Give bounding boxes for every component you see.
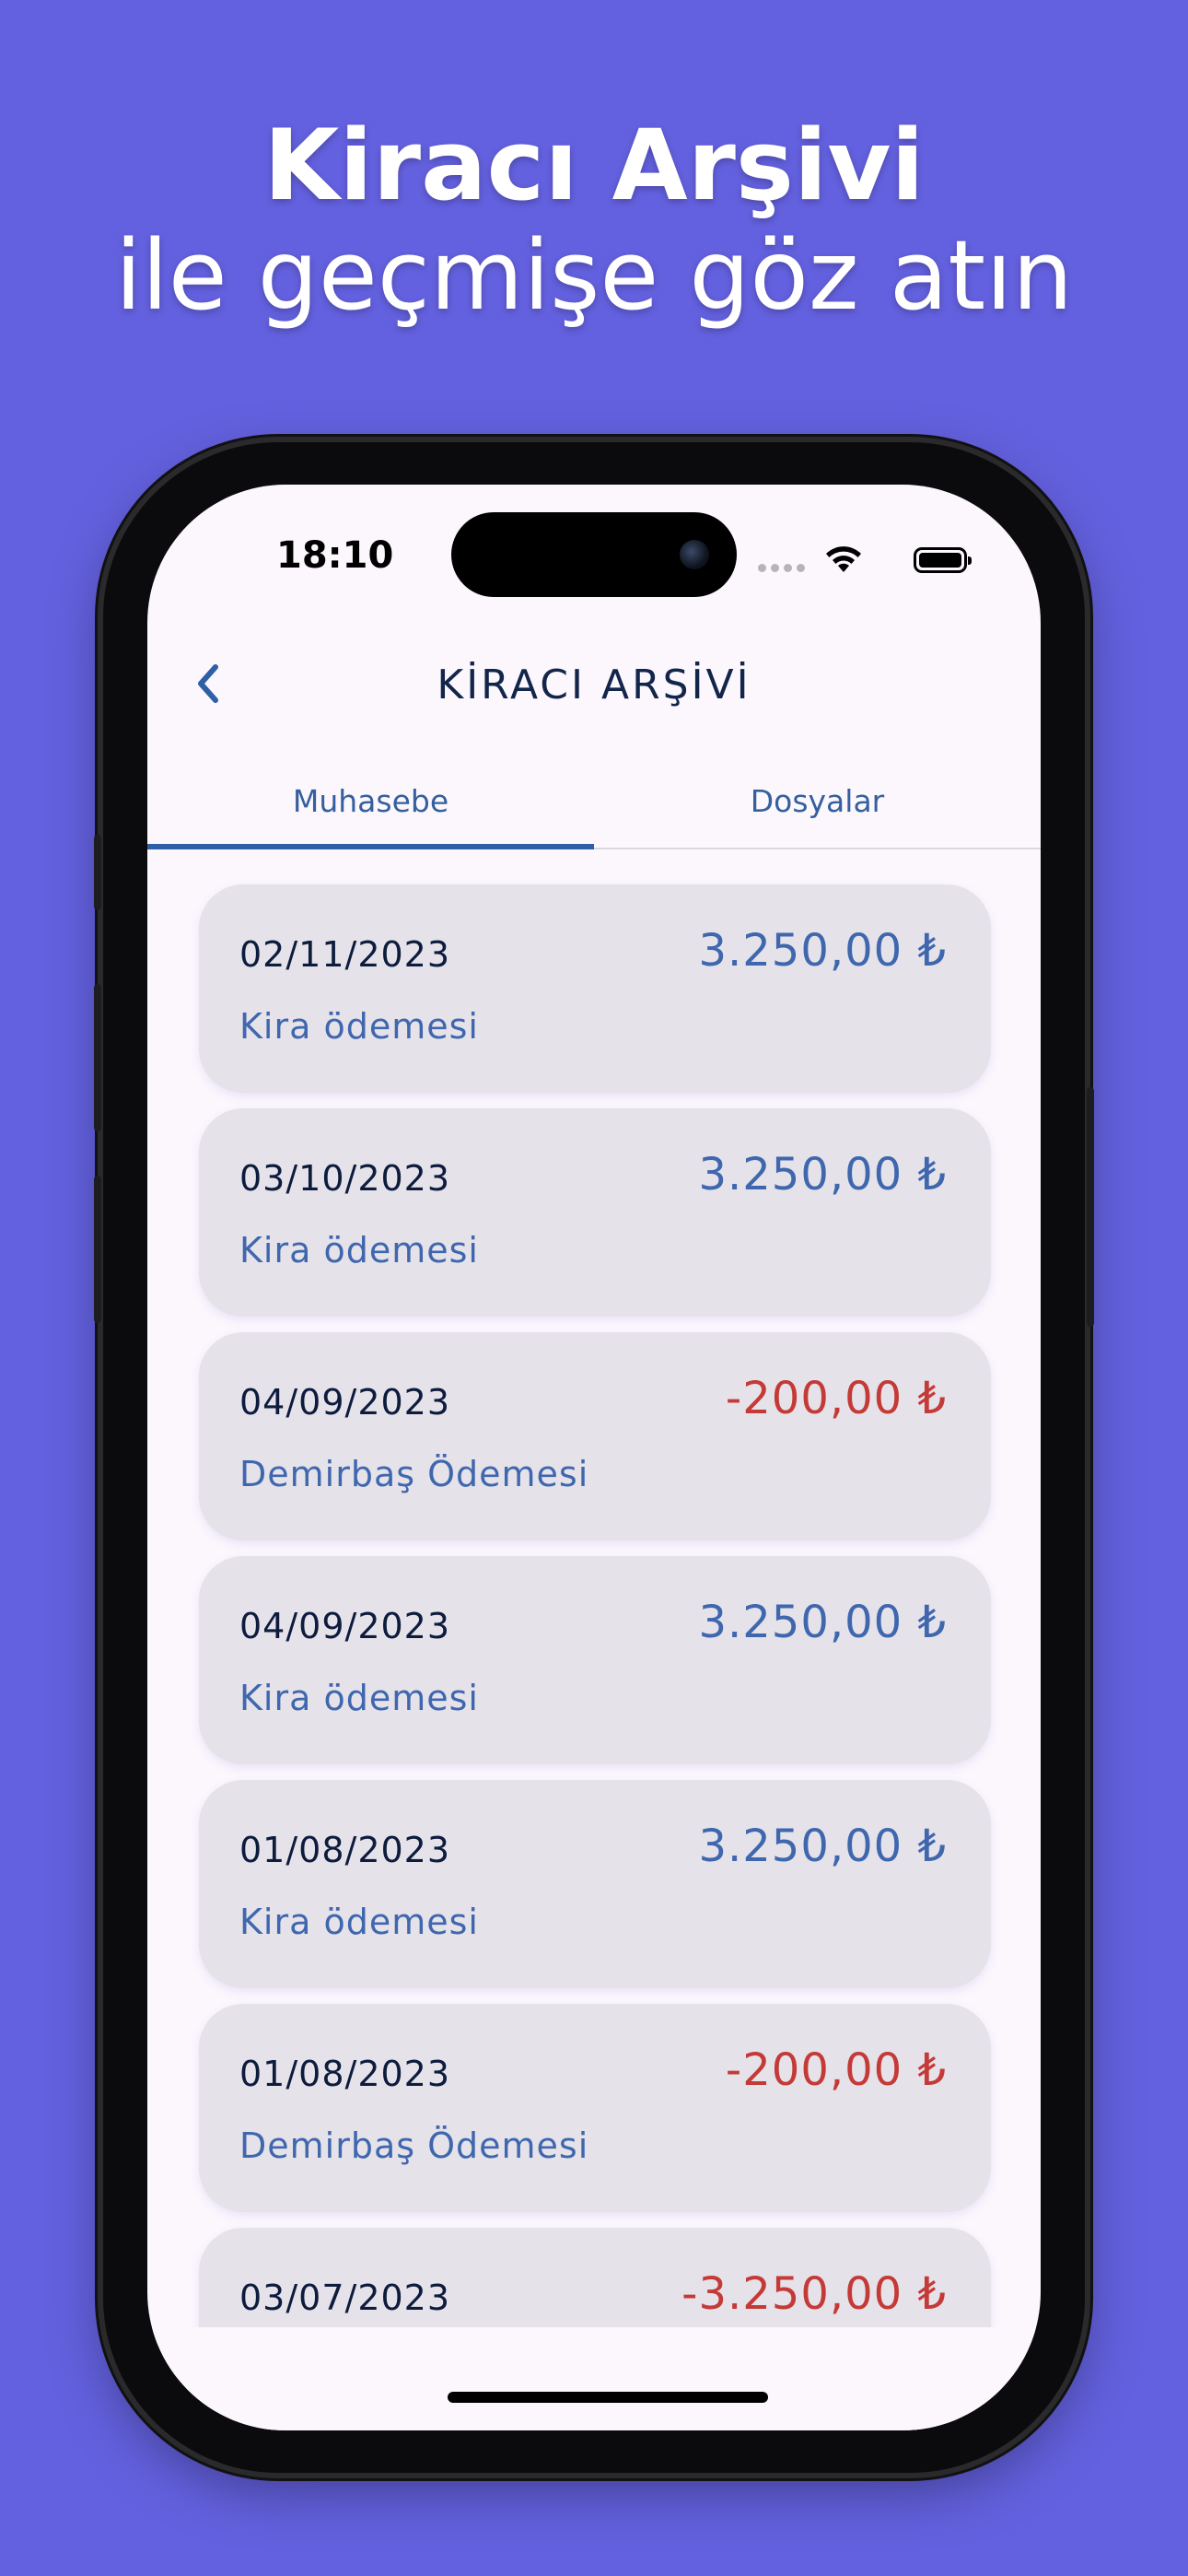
transaction-amount: 3.250,00 ₺ [698,1149,947,1200]
transaction-card[interactable]: 04/09/2023 Demirbaş Ödemesi -200,00 ₺ [199,1332,991,1540]
transaction-date: 01/08/2023 [239,2054,451,2094]
transaction-card[interactable]: 02/11/2023 Kira ödemesi 3.250,00 ₺ [199,884,991,1093]
wifi-icon [826,546,861,572]
status-time: 18:10 [276,534,394,577]
volume-up-button [94,984,101,1131]
headline-subtitle: ile geçmişe göz atın [114,219,1074,332]
home-indicator[interactable] [448,2392,768,2403]
tab-bar: Muhasebe Dosyalar [147,778,1041,849]
transaction-amount: 3.250,00 ₺ [698,1597,947,1648]
active-tab-indicator [147,844,594,849]
page-title: KİRACI ARŞİVİ [437,662,751,708]
transaction-description: Kira ödemesi [239,1902,479,1942]
app-screen: 18:10 KİRACI ARŞİVİ Muhasebe Dosyalar 02… [147,485,1041,2430]
transaction-date: 02/11/2023 [239,934,451,975]
action-button [94,835,101,910]
power-button [1087,1087,1094,1327]
bottom-safe-area [147,2327,1041,2430]
tab-dosyalar[interactable]: Dosyalar [594,778,1041,848]
transaction-card[interactable]: 04/09/2023 Kira ödemesi 3.250,00 ₺ [199,1556,991,1764]
transaction-date: 03/07/2023 [239,2277,451,2318]
cellular-signal-icon [758,564,806,573]
transaction-description: Kira ödemesi [239,1678,479,1718]
phone-frame: 18:10 KİRACI ARŞİVİ Muhasebe Dosyalar 02… [94,442,1094,2473]
transaction-amount: 3.250,00 ₺ [698,925,947,977]
transaction-date: 01/08/2023 [239,1830,451,1870]
transaction-amount: -200,00 ₺ [725,1373,947,1424]
transaction-description: Kira ödemesi [239,1006,479,1047]
transaction-date: 04/09/2023 [239,1382,451,1423]
headline-title: Kiracı Arşivi [263,109,925,222]
dynamic-island [451,512,737,597]
transaction-card[interactable]: 01/08/2023 Demirbaş Ödemesi -200,00 ₺ [199,2004,991,2212]
tab-muhasebe[interactable]: Muhasebe [147,778,594,848]
transaction-amount: 3.250,00 ₺ [698,1821,947,1872]
transaction-date: 03/10/2023 [239,1158,451,1199]
volume-down-button [94,1176,101,1323]
transaction-description: Demirbaş Ödemesi [239,2125,589,2166]
battery-icon [914,547,972,573]
transaction-card[interactable]: 01/08/2023 Kira ödemesi 3.250,00 ₺ [199,1780,991,1988]
camera-icon [680,540,709,569]
transaction-amount: -200,00 ₺ [725,2044,947,2096]
transaction-date: 04/09/2023 [239,1606,451,1646]
transaction-amount: -3.250,00 ₺ [681,2268,947,2320]
transaction-card[interactable]: 03/10/2023 Kira ödemesi 3.250,00 ₺ [199,1108,991,1317]
transaction-description: Demirbaş Ödemesi [239,1454,589,1494]
transaction-description: Kira ödemesi [239,1230,479,1270]
